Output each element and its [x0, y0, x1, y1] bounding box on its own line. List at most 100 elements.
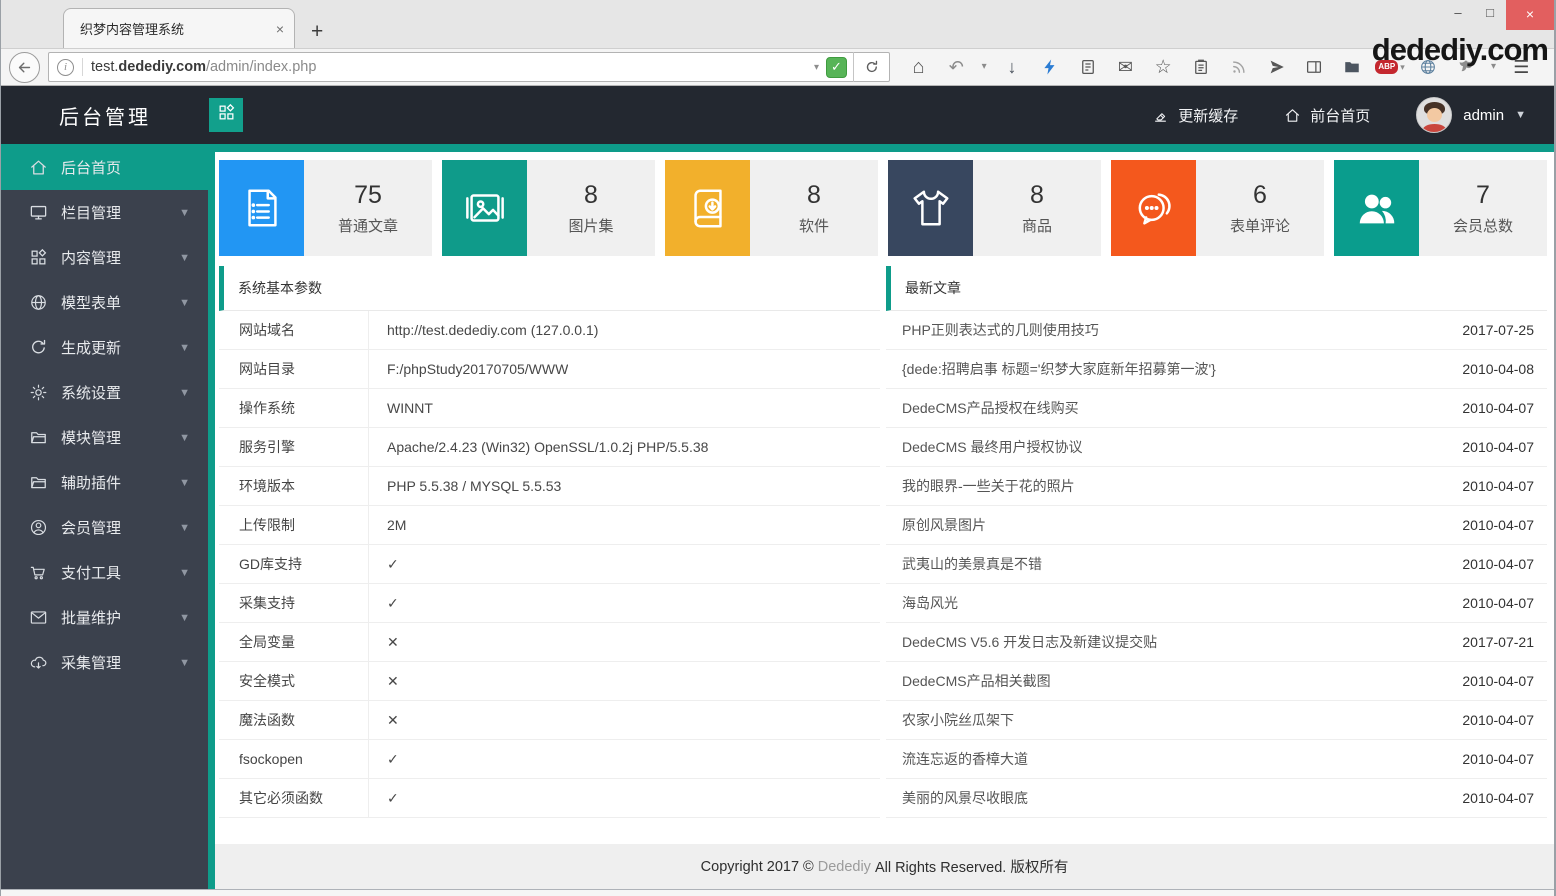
- tab-bar: 织梦内容管理系统 × + – □ × dedediy.com: [1, 0, 1554, 48]
- article-title-link[interactable]: PHP正则表达式的几则使用技巧: [902, 320, 1099, 340]
- accent-divider: [208, 144, 215, 889]
- article-date: 2010-04-07: [1462, 400, 1534, 416]
- sidebar-item[interactable]: 模型表单 ▼: [1, 280, 208, 325]
- close-button[interactable]: ×: [1506, 0, 1554, 30]
- copyright-suffix: All Rights Reserved. 版权所有: [875, 856, 1068, 877]
- sidebar-item-label: 批量维护: [61, 607, 121, 628]
- article-row: DedeCMS 最终用户授权协议 2010-04-07: [886, 428, 1547, 467]
- stat-card[interactable]: 75 普通文章: [219, 160, 432, 256]
- sidebar-item[interactable]: 模块管理 ▼: [1, 415, 208, 460]
- document-icon: [219, 160, 304, 256]
- stat-card[interactable]: 8 图片集: [442, 160, 655, 256]
- clipboard-icon[interactable]: [1185, 58, 1218, 76]
- tab-close-icon[interactable]: ×: [276, 21, 284, 37]
- chevron-down-icon: ▼: [179, 387, 190, 399]
- article-title-link[interactable]: {dede:招聘启事 标题='织梦大家庭新年招募第一波'}: [902, 359, 1216, 379]
- folder-icon[interactable]: [1336, 58, 1369, 76]
- sidebar-item[interactable]: 内容管理 ▼: [1, 235, 208, 280]
- refresh-icon: [28, 338, 48, 358]
- back-icon[interactable]: [9, 52, 40, 83]
- sidebar-item[interactable]: 支付工具 ▼: [1, 550, 208, 595]
- maximize-button[interactable]: □: [1474, 0, 1506, 28]
- main-content: 75 普通文章 8 图片集 8: [215, 144, 1554, 889]
- shield-icon[interactable]: ✓: [826, 57, 847, 78]
- stat-card[interactable]: 8 软件: [665, 160, 878, 256]
- member-icon: [28, 518, 48, 538]
- stat-card[interactable]: 6 表单评论: [1111, 160, 1324, 256]
- sidebar-item[interactable]: 后台首页: [1, 144, 208, 190]
- stat-card[interactable]: 8 商品: [888, 160, 1101, 256]
- url-bar[interactable]: i test.dedediy.com/admin/index.php ▾ ✓: [48, 52, 890, 82]
- undo-icon[interactable]: ↶: [940, 58, 973, 76]
- article-title-link[interactable]: DedeCMS产品授权在线购买: [902, 398, 1079, 418]
- sidebar-item[interactable]: 会员管理 ▼: [1, 505, 208, 550]
- minimize-button[interactable]: –: [1442, 0, 1474, 28]
- bookmark-star-icon[interactable]: ☆: [1147, 58, 1180, 77]
- gear-icon: [28, 383, 48, 403]
- shirt-icon: [888, 160, 973, 256]
- system-param-row: 上传限制 2M: [219, 506, 880, 545]
- article-title-link[interactable]: 我的眼界-一些关于花的照片: [902, 476, 1075, 496]
- url-text[interactable]: test.dedediy.com/admin/index.php: [91, 59, 316, 75]
- article-title-link[interactable]: DedeCMS 最终用户授权协议: [902, 437, 1082, 457]
- sidebar-item[interactable]: 生成更新 ▼: [1, 325, 208, 370]
- front-home-button[interactable]: 前台首页: [1284, 105, 1370, 126]
- send-icon[interactable]: [1260, 58, 1293, 76]
- article-title-link[interactable]: DedeCMS V5.6 开发日志及新建议提交贴: [902, 632, 1157, 652]
- mail-icon[interactable]: ✉: [1109, 58, 1142, 76]
- cloud-icon: [28, 653, 48, 673]
- param-label: 全局变量: [219, 623, 369, 661]
- sidebar-item[interactable]: 采集管理 ▼: [1, 640, 208, 685]
- downloads-icon[interactable]: ↓: [995, 58, 1028, 76]
- window-icon[interactable]: [1298, 58, 1331, 76]
- article-title-link[interactable]: 原创风景图片: [902, 515, 986, 535]
- info-icon[interactable]: i: [57, 59, 74, 76]
- param-label: fsockopen: [219, 740, 369, 778]
- new-tab-button[interactable]: +: [311, 21, 323, 42]
- stat-card[interactable]: 7 会员总数: [1334, 160, 1547, 256]
- thunderbird-icon[interactable]: [1033, 58, 1066, 76]
- article-date: 2010-04-07: [1462, 673, 1534, 689]
- apps-grid-button[interactable]: [209, 98, 243, 132]
- home-icon[interactable]: ⌂: [902, 57, 935, 77]
- browser-tab[interactable]: 织梦内容管理系统 ×: [63, 8, 295, 48]
- article-title-link[interactable]: 海岛风光: [902, 593, 958, 613]
- chevron-down-icon: ▼: [179, 432, 190, 444]
- article-row: {dede:招聘启事 标题='织梦大家庭新年招募第一波'} 2010-04-08: [886, 350, 1547, 389]
- param-label: 环境版本: [219, 467, 369, 505]
- chevron-down-icon: ▼: [179, 477, 190, 489]
- sidebar-item-label: 采集管理: [61, 652, 121, 673]
- article-title-link[interactable]: DedeCMS产品相关截图: [902, 671, 1051, 691]
- history-dropdown-icon[interactable]: ▾: [978, 62, 991, 72]
- sidebar-item-label: 后台首页: [61, 157, 121, 178]
- chevron-down-icon: ▼: [179, 342, 190, 354]
- sidebar-item[interactable]: 批量维护 ▼: [1, 595, 208, 640]
- urlbar-dropdown-icon[interactable]: ▾: [814, 62, 819, 73]
- chevron-down-icon: ▼: [179, 522, 190, 534]
- rss-icon[interactable]: [1222, 58, 1255, 76]
- article-title-link[interactable]: 流连忘返的香樟大道: [902, 749, 1028, 769]
- article-title-link[interactable]: 美丽的风景尽收眼底: [902, 788, 1028, 808]
- reader-icon[interactable]: [1071, 58, 1104, 76]
- sidebar-item[interactable]: 系统设置 ▼: [1, 370, 208, 415]
- stat-label: 商品: [1022, 215, 1052, 236]
- param-label: 其它必须函数: [219, 779, 369, 817]
- article-title-link[interactable]: 武夷山的美景真是不错: [902, 554, 1042, 574]
- clear-cache-button[interactable]: 更新缓存: [1152, 105, 1238, 126]
- front-home-label: 前台首页: [1310, 105, 1370, 126]
- system-info-panel: 系统基本参数 网站域名 http://test.dedediy.com (127…: [219, 266, 880, 818]
- reload-icon[interactable]: [853, 52, 889, 82]
- sidebar-item[interactable]: 栏目管理 ▼: [1, 190, 208, 235]
- article-date: 2010-04-08: [1462, 361, 1534, 377]
- sidebar-item[interactable]: 辅助插件 ▼: [1, 460, 208, 505]
- article-date: 2010-04-07: [1462, 439, 1534, 455]
- article-title-link[interactable]: 农家小院丝瓜架下: [902, 710, 1014, 730]
- chevron-down-icon: ▼: [179, 567, 190, 579]
- param-value: ✓: [369, 779, 399, 817]
- book-icon: [665, 160, 750, 256]
- user-menu[interactable]: admin ▼: [1416, 97, 1526, 133]
- article-date: 2010-04-07: [1462, 790, 1534, 806]
- home-icon: [28, 157, 48, 177]
- system-param-row: 服务引擎 Apache/2.4.23 (Win32) OpenSSL/1.0.2…: [219, 428, 880, 467]
- param-value: F:/phpStudy20170705/WWW: [369, 350, 568, 388]
